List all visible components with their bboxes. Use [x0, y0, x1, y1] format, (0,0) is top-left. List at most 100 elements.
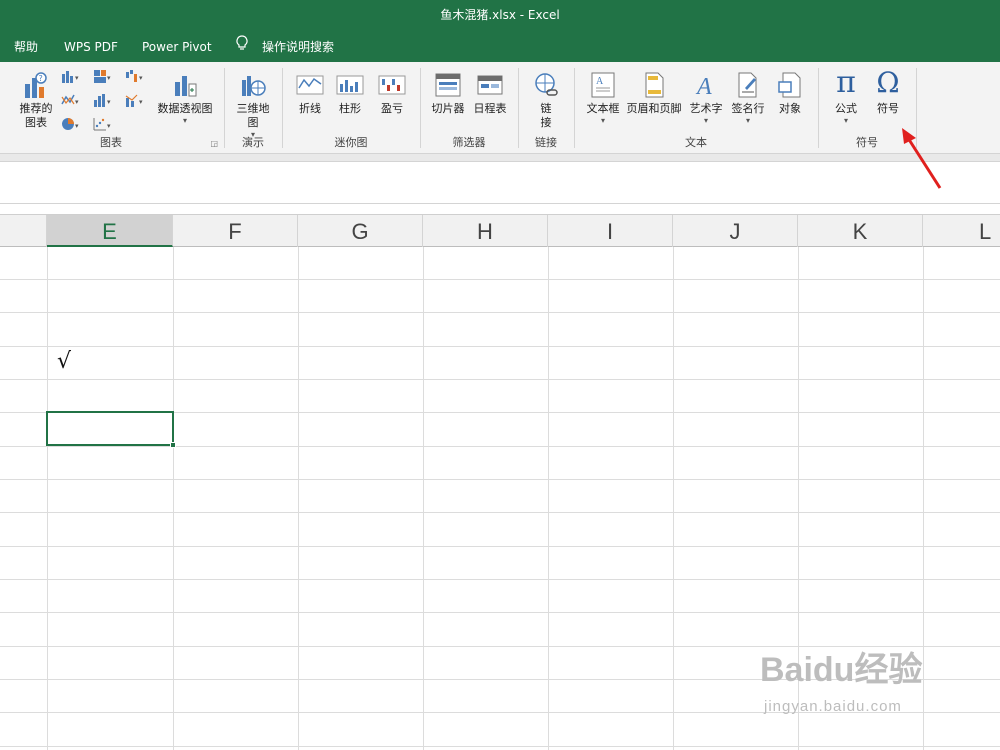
pie-chart-icon[interactable]: ▾	[60, 116, 82, 135]
textbox-button[interactable]: A 文本框 ▾	[582, 70, 624, 126]
annotation-arrow	[902, 128, 942, 189]
signature-line-icon	[738, 72, 757, 98]
group-separator	[574, 68, 575, 148]
link-icon	[535, 73, 558, 96]
3d-map-icon	[242, 76, 266, 96]
link-button[interactable]: 链 接	[528, 70, 564, 130]
column-header-partial[interactable]	[0, 215, 47, 247]
textbox-icon: A	[591, 72, 615, 98]
grid-line	[0, 546, 1000, 547]
watermark-brand: Baidu经验	[760, 651, 923, 689]
svg-text:▾: ▾	[107, 122, 111, 130]
menu-wps-pdf[interactable]: WPS PDF	[64, 32, 118, 62]
group-text: A 文本框 ▾ 页眉和页脚 A 艺术字 ▾ 签名行 ▾ 对象 文本	[576, 62, 816, 154]
column-header-g[interactable]: G	[298, 215, 423, 247]
grid-line	[0, 612, 1000, 613]
grid-line	[548, 247, 549, 750]
recommended-charts-button[interactable]: ? 推荐的 图表	[16, 70, 56, 130]
pivot-chart-button[interactable]: 数据透视图 ▾	[154, 70, 216, 126]
title-bar: 鱼木混猪.xlsx - Excel	[0, 0, 1000, 32]
group-label-tours: 演示	[242, 136, 264, 149]
column-header-l[interactable]: L	[923, 215, 1000, 247]
ribbon: ? 推荐的 图表 ▾ ▾ ▾ ▾ ▾ ▾ ▾ ▾ 数据透视图 ▾ 图表 ◲ 三维…	[0, 62, 1000, 154]
equation-button[interactable]: π 公式 ▾	[826, 66, 866, 126]
sparkline-column-button[interactable]: 柱形	[332, 70, 368, 116]
statistic-chart-icon[interactable]: ▾	[92, 92, 114, 111]
grid-line	[298, 247, 299, 750]
sparkline-winloss-button[interactable]: 盈亏	[374, 70, 410, 116]
spacer	[0, 204, 1000, 214]
sparkline-line-button[interactable]: 折线	[292, 70, 328, 116]
ribbon-collapse-strip	[0, 154, 1000, 162]
menu-power-pivot[interactable]: Power Pivot	[142, 32, 212, 62]
grid-line	[0, 512, 1000, 513]
dialog-launcher-icon[interactable]: ◲	[210, 139, 218, 148]
group-separator	[518, 68, 519, 148]
lightbulb-icon	[236, 32, 248, 62]
signature-line-button[interactable]: 签名行 ▾	[728, 70, 768, 126]
group-separator	[818, 68, 819, 148]
line-chart-icon[interactable]: ▾	[60, 92, 82, 111]
grid-line	[0, 479, 1000, 480]
group-separator	[282, 68, 283, 148]
sparkline-line-icon	[296, 75, 324, 95]
recommended-charts-icon: ?	[25, 72, 47, 98]
slicer-button[interactable]: 切片器	[428, 70, 468, 116]
svg-text:▾: ▾	[75, 98, 79, 106]
svg-text:▾: ▾	[75, 122, 79, 130]
group-links: 链 接 链接	[520, 62, 572, 154]
group-label-text: 文本	[685, 136, 707, 149]
object-icon	[778, 72, 801, 98]
3d-map-button[interactable]: 三维地 图 ▾	[230, 70, 276, 140]
svg-text:▾: ▾	[75, 74, 79, 82]
column-header-f[interactable]: F	[173, 215, 298, 247]
menu-help[interactable]: 帮助	[14, 32, 38, 62]
svg-text:?: ?	[39, 74, 43, 83]
grid-line	[47, 247, 48, 750]
column-header-j[interactable]: J	[673, 215, 798, 247]
cell-checkmark[interactable]: √	[57, 349, 71, 374]
fill-handle[interactable]	[170, 442, 176, 448]
grid-line	[0, 579, 1000, 580]
group-label-sparklines: 迷你图	[334, 136, 368, 149]
waterfall-chart-icon[interactable]: ▾	[124, 68, 146, 87]
column-header-i[interactable]: I	[548, 215, 673, 247]
column-chart-icon[interactable]: ▾	[60, 68, 82, 87]
wordart-button[interactable]: A 艺术字 ▾	[686, 70, 726, 126]
group-charts: ? 推荐的 图表 ▾ ▾ ▾ ▾ ▾ ▾ ▾ ▾ 数据透视图 ▾ 图表 ◲	[0, 62, 222, 154]
timeline-button[interactable]: 日程表	[470, 70, 510, 116]
grid-line	[423, 247, 424, 750]
svg-text:▾: ▾	[139, 74, 143, 82]
grid-line	[0, 346, 1000, 347]
column-header-h[interactable]: H	[423, 215, 548, 247]
selected-cell[interactable]	[46, 411, 174, 446]
column-header-k[interactable]: K	[798, 215, 923, 247]
baidu-watermark: Baidu经验 jingyan.baidu.com	[760, 640, 970, 730]
grid-line	[0, 312, 1000, 313]
header-footer-icon	[645, 72, 664, 98]
watermark-url: jingyan.baidu.com	[764, 698, 902, 715]
slicer-icon	[435, 73, 461, 97]
group-label-charts: 图表	[100, 136, 122, 149]
column-header-e[interactable]: E	[47, 215, 173, 247]
svg-text:A: A	[695, 74, 712, 100]
tell-me-search[interactable]: 操作说明搜索	[262, 32, 334, 62]
group-filters: 切片器 日程表 筛选器	[422, 62, 516, 154]
symbol-button[interactable]: Ω 符号	[868, 66, 908, 116]
header-footer-button[interactable]: 页眉和页脚	[624, 70, 684, 116]
group-separator	[224, 68, 225, 148]
grid-line	[0, 746, 1000, 747]
grid-line	[0, 446, 1000, 447]
combo-chart-icon[interactable]: ▾	[124, 92, 146, 111]
object-button[interactable]: 对象	[770, 70, 810, 116]
hierarchy-chart-icon[interactable]: ▾	[92, 68, 114, 87]
group-separator	[420, 68, 421, 148]
group-label-links: 链接	[535, 136, 557, 149]
grid-line	[0, 279, 1000, 280]
svg-text:▾: ▾	[139, 98, 143, 106]
scatter-chart-icon[interactable]: ▾	[92, 116, 114, 135]
pi-icon: π	[836, 65, 856, 100]
formula-bar[interactable]	[0, 162, 1000, 204]
group-label-filters: 筛选器	[452, 136, 486, 149]
column-header-row: E F G H I J K L	[0, 214, 1000, 247]
